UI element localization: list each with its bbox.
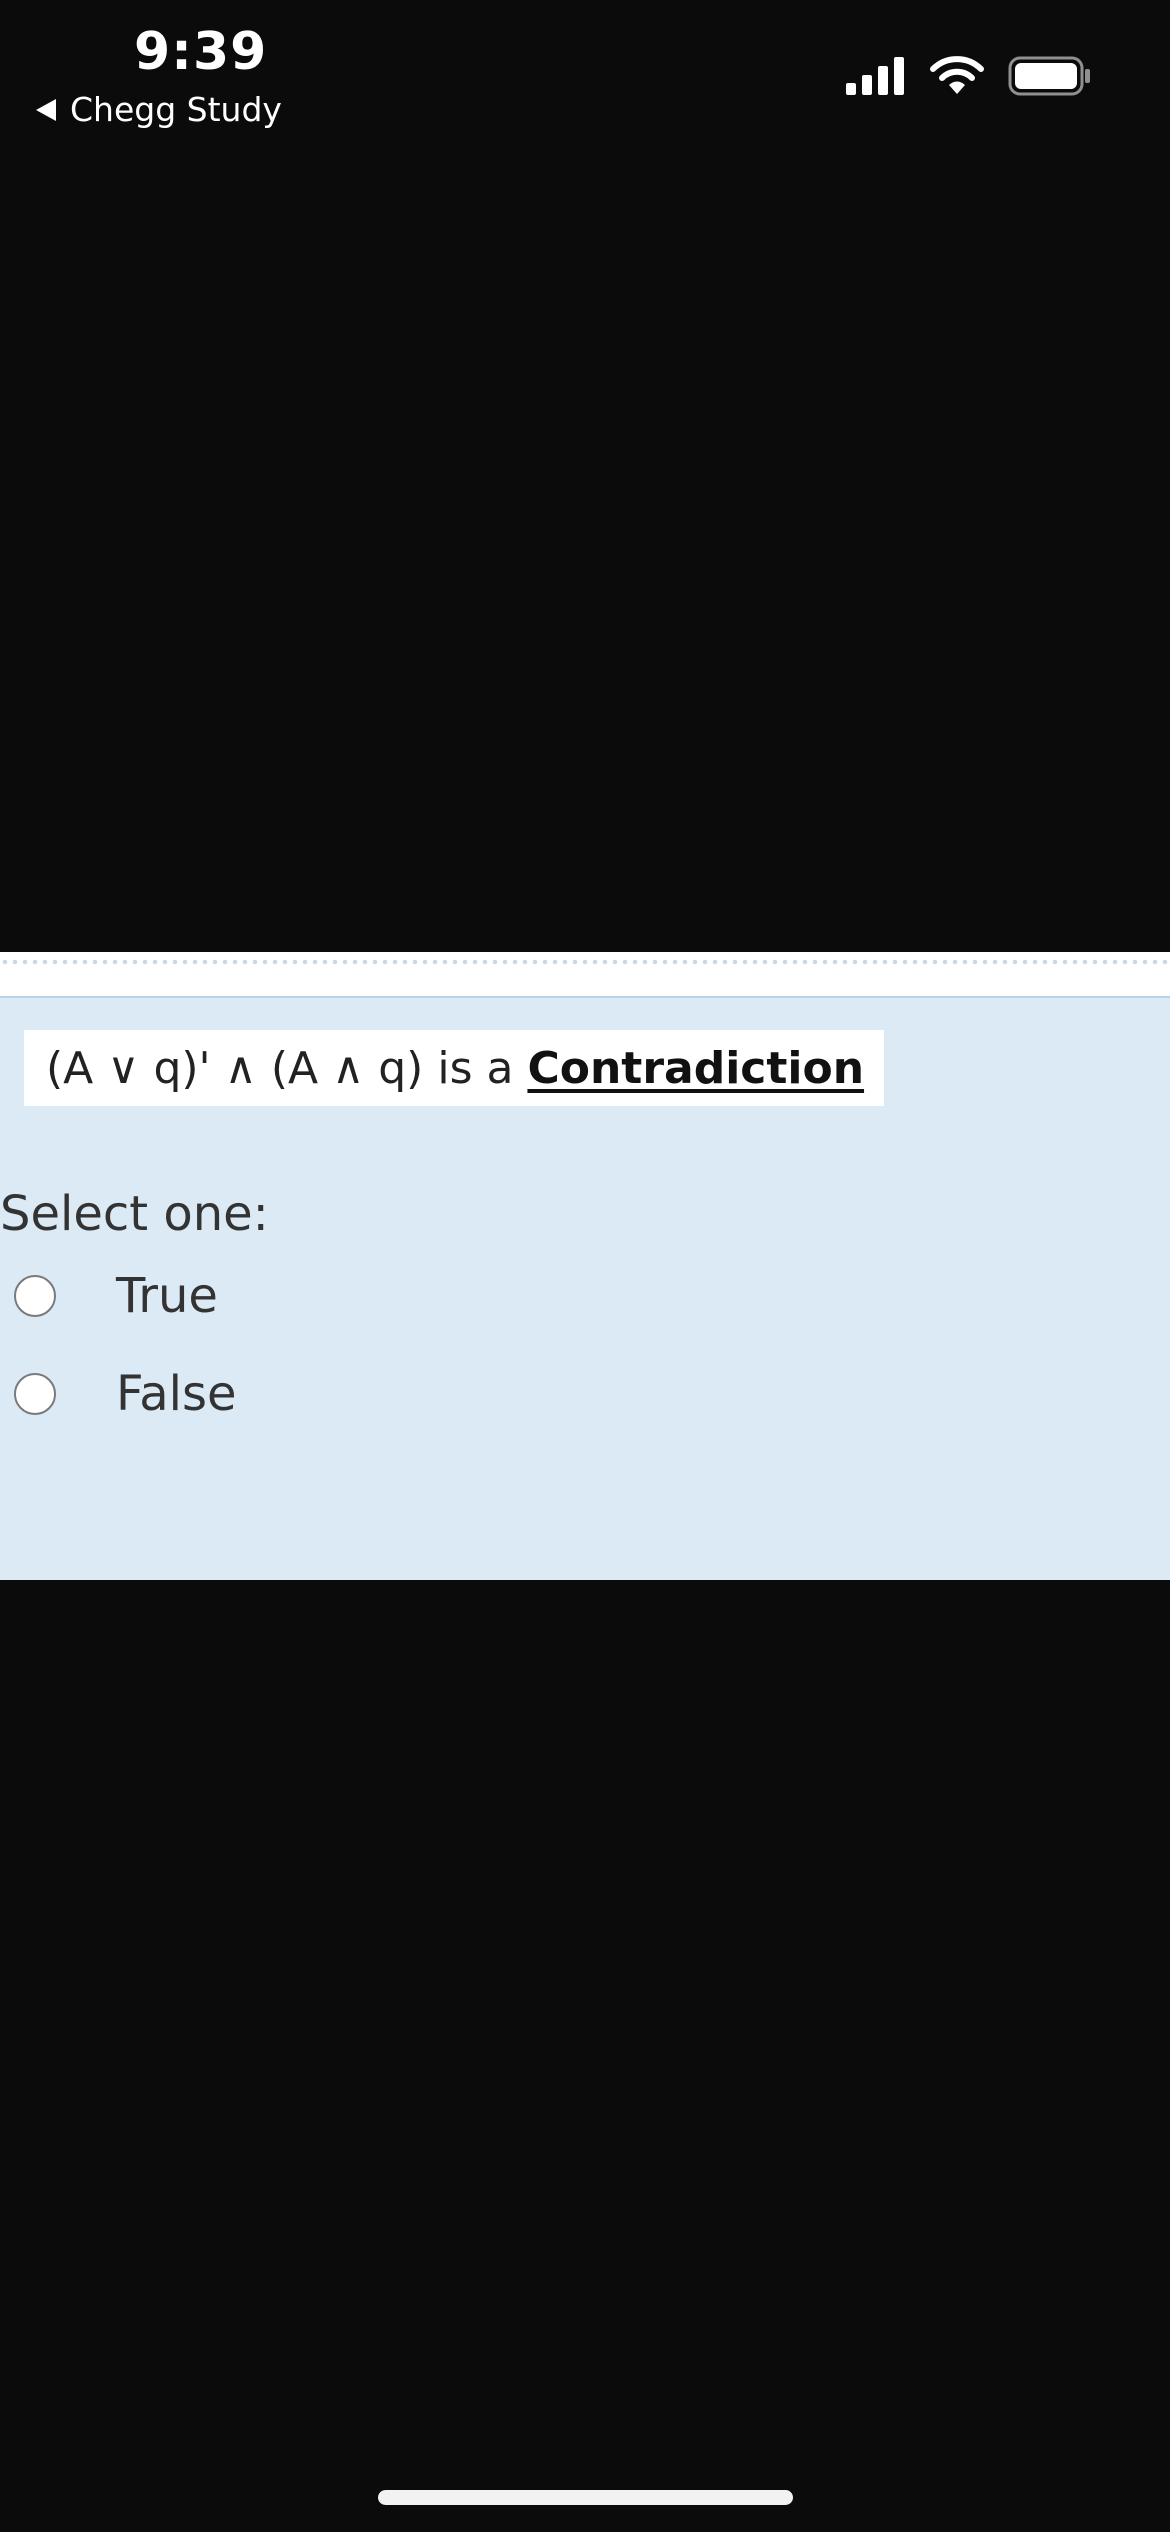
signal-icon [846,57,904,95]
option-true[interactable]: True [14,1268,218,1324]
battery-icon [1008,56,1090,96]
radio-true[interactable] [14,1275,56,1317]
dot-pattern [0,957,1170,967]
back-link-label: Chegg Study [70,90,282,129]
question-panel: (A ∨ q)' ∧ (A ∧ q) is a Contradiction Se… [0,996,1170,1580]
question-term: Contradiction [527,1042,865,1094]
wifi-icon [930,56,984,94]
option-false[interactable]: False [14,1366,237,1422]
question-text-box: (A ∨ q)' ∧ (A ∧ q) is a Contradiction [24,1030,885,1106]
select-one-label: Select one: [0,1186,269,1242]
home-indicator[interactable] [378,2490,793,2505]
dotted-separator [0,952,1170,996]
back-to-app-link[interactable]: Chegg Study [36,90,282,129]
status-time: 9:39 [134,22,268,82]
option-false-label: False [116,1366,237,1422]
status-icons [846,56,1092,96]
radio-false[interactable] [14,1373,56,1415]
back-arrow-icon [36,98,56,121]
screen: 9:39 Chegg Study (A ∨ q)' ∧ (A ∧ q) is a [0,0,1170,2532]
option-true-label: True [116,1268,218,1324]
question-statement: (A ∨ q)' ∧ (A ∧ q) is a [46,1042,514,1094]
